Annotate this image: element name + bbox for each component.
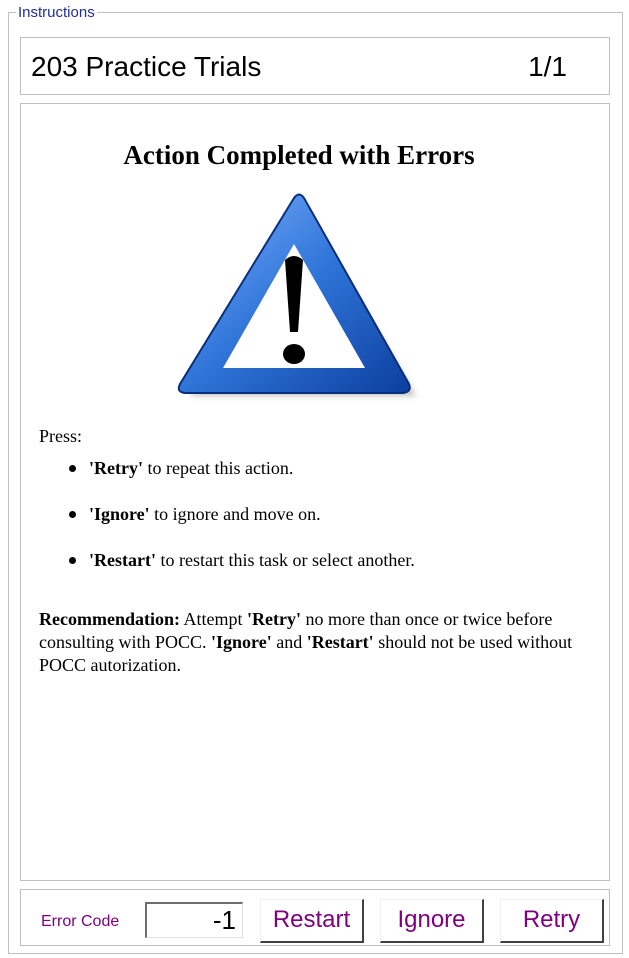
press-label: Press: bbox=[39, 426, 83, 446]
footer-panel: Error Code -1 Restart Ignore Retry bbox=[20, 889, 610, 946]
list-item: 'Restart' to restart this task or select… bbox=[61, 548, 415, 594]
list-item: 'Ignore' to ignore and move on. bbox=[61, 502, 415, 548]
reco-retry: 'Retry' bbox=[246, 609, 301, 629]
list-item: 'Retry' to repeat this action. bbox=[61, 456, 415, 502]
instructions-legend: Instructions bbox=[16, 4, 97, 22]
option-name: 'Restart' bbox=[89, 550, 156, 570]
option-text: to repeat this action. bbox=[142, 458, 294, 478]
procedure-title: 203 Practice Trials bbox=[31, 51, 262, 82]
reco-text: Attempt bbox=[179, 609, 247, 629]
ignore-button[interactable]: Ignore bbox=[380, 899, 484, 943]
error-code-label: Error Code bbox=[41, 913, 120, 930]
page-heading: Action Completed with Errors bbox=[123, 140, 475, 170]
options-list: 'Retry' to repeat this action. 'Ignore' … bbox=[61, 456, 415, 594]
page-indicator: 1/1 bbox=[528, 51, 567, 82]
option-name: 'Retry' bbox=[89, 458, 143, 478]
option-text: to ignore and move on. bbox=[149, 504, 321, 524]
reco-ignore: 'Ignore' bbox=[211, 632, 272, 652]
warning-triangle-icon bbox=[177, 193, 416, 396]
error-code-field: -1 bbox=[145, 902, 243, 938]
instruction-content: Action Completed with Errors Press: 'Ret… bbox=[20, 103, 610, 881]
option-text: to restart this task or select another. bbox=[155, 550, 415, 570]
reco-text: and bbox=[271, 632, 307, 652]
option-name: 'Ignore' bbox=[89, 504, 150, 524]
header-panel: 203 Practice Trials 1/1 bbox=[20, 37, 610, 95]
restart-button[interactable]: Restart bbox=[260, 899, 364, 943]
reco-restart: 'Restart' bbox=[306, 632, 374, 652]
recommendation-label: Recommendation: bbox=[39, 609, 180, 629]
retry-button[interactable]: Retry bbox=[500, 899, 604, 943]
recommendation-text: Recommendation: Attempt 'Retry' no more … bbox=[39, 608, 579, 677]
